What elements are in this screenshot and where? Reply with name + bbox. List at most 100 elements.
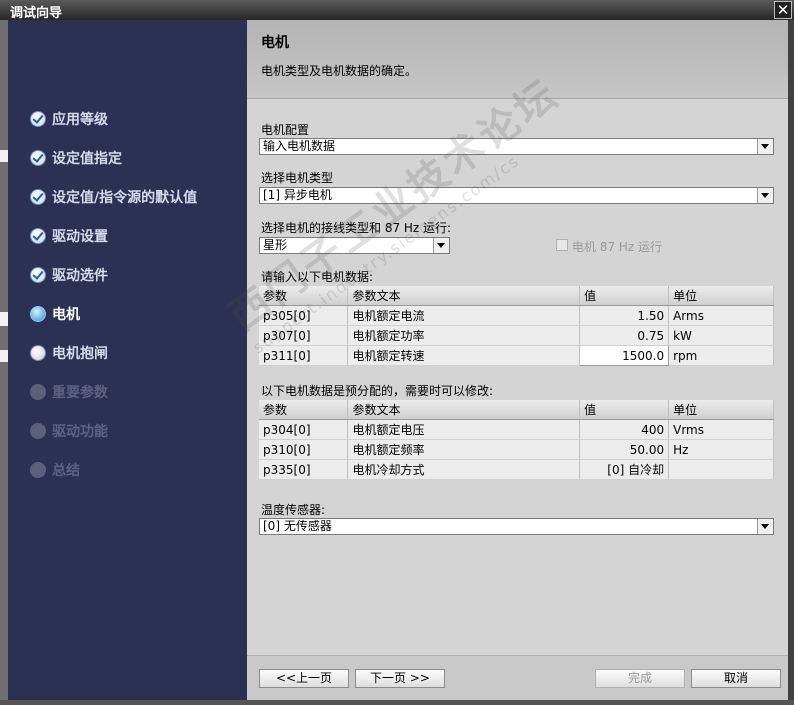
param-text-cell: 电机额定电压 xyxy=(347,419,581,440)
param-cell: p310[0] xyxy=(259,439,349,460)
87hz-checkbox xyxy=(556,239,568,251)
finish-button: 完成 xyxy=(595,669,685,688)
param-text-cell: 电机额定频率 xyxy=(347,439,581,460)
current-step-icon xyxy=(30,306,46,322)
sidebar-item-key-params: 重要参数 xyxy=(30,381,108,403)
unit-cell: Arms xyxy=(668,305,774,326)
param-cell: p311[0] xyxy=(259,345,349,366)
dropdown-value: [0] 无传感器 xyxy=(263,519,332,533)
dropdown-value: 输入电机数据 xyxy=(263,139,336,153)
param-text-cell: 电机额定转速 xyxy=(347,345,581,366)
chevron-down-icon[interactable] xyxy=(757,139,773,154)
sidebar-item-app-level[interactable]: 应用等级 xyxy=(30,108,108,130)
chevron-down-icon[interactable] xyxy=(433,238,449,253)
column-header: 值 xyxy=(579,286,670,306)
sidebar-item-label: 重要参数 xyxy=(52,385,108,401)
check-icon xyxy=(30,111,46,127)
check-icon xyxy=(30,228,46,244)
motor-config-label: 电机配置 xyxy=(261,123,310,137)
value-cell[interactable]: [0] 自冷却 xyxy=(579,459,670,480)
pending-step-icon xyxy=(30,345,46,361)
table-row: p304[0] 电机额定电压 400 Vrms xyxy=(259,419,774,440)
sidebar-item-label: 应用等级 xyxy=(52,112,108,128)
sidebar-item-label: 总结 xyxy=(52,463,80,479)
page-header: 电机 电机类型及电机数据的确定。 xyxy=(247,20,788,99)
sidebar-item-label: 设定值指定 xyxy=(52,151,122,167)
motor-config-dropdown[interactable]: 输入电机数据 xyxy=(259,138,774,155)
close-icon[interactable]: ✕ xyxy=(774,1,792,19)
chevron-down-icon[interactable] xyxy=(757,519,773,534)
prev-button[interactable]: <<上一页 xyxy=(259,669,349,688)
motor-type-label: 选择电机类型 xyxy=(261,171,334,185)
sidebar-item-drive-functions: 驱动功能 xyxy=(30,420,108,442)
value-cell[interactable]: 1.50 xyxy=(579,305,670,326)
value-input[interactable]: 1500.0 xyxy=(579,345,670,366)
column-header: 值 xyxy=(579,400,670,420)
column-header: 参数文本 xyxy=(347,400,581,420)
column-header: 单位 xyxy=(668,400,774,420)
sidebar-item-label: 驱动选件 xyxy=(52,268,108,284)
table-header-row: 参数 参数文本 值 单位 xyxy=(259,400,774,420)
table-header-row: 参数 参数文本 值 单位 xyxy=(259,286,774,306)
wiring-label: 选择电机的接线类型和 87 Hz 运行: xyxy=(261,221,452,235)
table-row: p311[0] 电机额定转速 1500.0 rpm xyxy=(259,345,774,366)
temp-sensor-label: 温度传感器: xyxy=(261,503,326,517)
column-header: 参数文本 xyxy=(347,286,581,306)
param-cell: p307[0] xyxy=(259,325,349,346)
wiring-dropdown[interactable]: 星形 xyxy=(259,237,450,254)
disabled-step-icon xyxy=(30,462,46,478)
sidebar-item-summary: 总结 xyxy=(30,459,80,481)
unit-cell: rpm xyxy=(668,345,774,366)
value-cell[interactable]: 50.00 xyxy=(579,439,670,460)
window-title: 调试向导 xyxy=(10,6,63,21)
unit-cell: Hz xyxy=(668,439,774,460)
disabled-step-icon xyxy=(30,423,46,439)
param-text-cell: 电机额定电流 xyxy=(347,305,581,326)
background-edge xyxy=(0,20,8,705)
unit-cell: Vrms xyxy=(668,419,774,440)
dropdown-value: 星形 xyxy=(263,238,288,252)
unit-cell xyxy=(668,459,774,480)
input-data-label: 请输入以下电机数据: xyxy=(261,270,374,284)
check-icon xyxy=(30,150,46,166)
preset-data-table: 参数 参数文本 值 单位 p304[0] 电机额定电压 400 Vrms p31… xyxy=(259,400,774,480)
column-header: 参数 xyxy=(259,400,349,420)
preset-data-label: 以下电机数据是预分配的，需要时可以修改: xyxy=(261,384,494,398)
cancel-button[interactable]: 取消 xyxy=(691,669,781,688)
table-row: p335[0] 电机冷却方式 [0] 自冷却 xyxy=(259,459,774,480)
window-right-edge xyxy=(788,20,794,705)
param-cell: p304[0] xyxy=(259,419,349,440)
sidebar-item-label: 设定值/指令源的默认值 xyxy=(52,190,198,206)
param-cell: p305[0] xyxy=(259,305,349,326)
table-row: p307[0] 电机额定功率 0.75 kW xyxy=(259,325,774,346)
column-header: 单位 xyxy=(668,286,774,306)
sidebar-item-drive-settings[interactable]: 驱动设置 xyxy=(30,225,108,247)
unit-cell: kW xyxy=(668,325,774,346)
column-header: 参数 xyxy=(259,286,349,306)
87hz-checkbox-label: 电机 87 Hz 运行 xyxy=(572,240,663,254)
sidebar-item-drive-options[interactable]: 驱动选件 xyxy=(30,264,108,286)
sidebar-item-motor[interactable]: 电机 xyxy=(30,303,80,325)
table-row: p305[0] 电机额定电流 1.50 Arms xyxy=(259,305,774,326)
window-bottom-edge xyxy=(0,700,794,705)
param-text-cell: 电机额定功率 xyxy=(347,325,581,346)
page-subtitle: 电机类型及电机数据的确定。 xyxy=(261,64,418,78)
param-cell: p335[0] xyxy=(259,459,349,480)
param-text-cell: 电机冷却方式 xyxy=(347,459,581,480)
dropdown-value: [1] 异步电机 xyxy=(263,188,332,202)
table-row: p310[0] 电机额定频率 50.00 Hz xyxy=(259,439,774,460)
disabled-step-icon xyxy=(30,384,46,400)
sidebar-item-motor-brake[interactable]: 电机抱闸 xyxy=(30,342,108,364)
sidebar-item-setpoint-defaults[interactable]: 设定值/指令源的默认值 xyxy=(30,186,197,208)
motor-type-dropdown[interactable]: [1] 异步电机 xyxy=(259,187,774,204)
sidebar-item-label: 驱动设置 xyxy=(52,229,108,245)
temp-sensor-dropdown[interactable]: [0] 无传感器 xyxy=(259,518,774,535)
value-cell[interactable]: 0.75 xyxy=(579,325,670,346)
check-icon xyxy=(30,189,46,205)
next-button[interactable]: 下一页 >> xyxy=(355,669,445,688)
check-icon xyxy=(30,267,46,283)
value-cell[interactable]: 400 xyxy=(579,419,670,440)
chevron-down-icon[interactable] xyxy=(757,188,773,203)
input-data-table: 参数 参数文本 值 单位 p305[0] 电机额定电流 1.50 Arms p3… xyxy=(259,286,774,366)
sidebar-item-setpoint[interactable]: 设定值指定 xyxy=(30,147,122,169)
